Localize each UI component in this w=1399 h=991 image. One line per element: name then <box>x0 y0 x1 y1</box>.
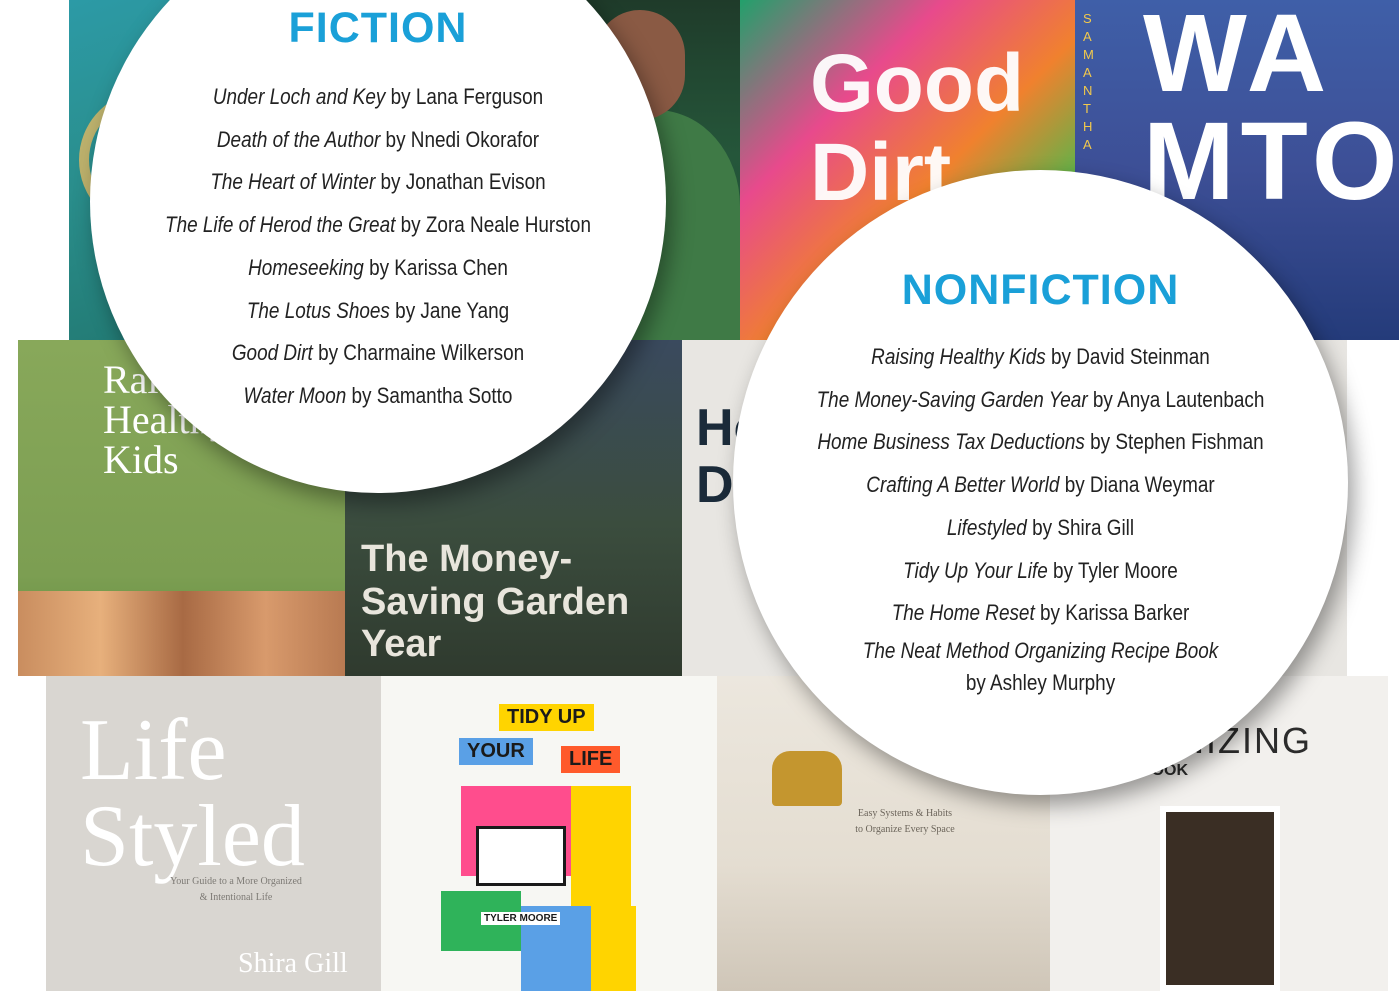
book-author: by Shira Gill <box>1032 514 1135 540</box>
lifestyled-cover-subtitle: Your Guide to a More Organized & Intenti… <box>170 876 302 903</box>
book-author: by Jane Yang <box>395 297 510 323</box>
book-title: The Life of Herod the Great <box>165 212 396 238</box>
book-author: by Jonathan Evison <box>380 169 546 195</box>
list-item: The Life of Herod the Great by Zora Neal… <box>130 204 625 247</box>
list-item: Water Moon by Samantha Sotto <box>130 375 625 418</box>
book-author: by Nnedi Okorafor <box>385 126 540 152</box>
tidy-cover-block <box>571 786 631 906</box>
book-author: by Lana Ferguson <box>390 84 544 109</box>
tidy-up-your-life-cover: TIDY UP YOUR LIFE TYLER MOORE <box>381 676 717 991</box>
list-item: Under Loch and Key by Lana Ferguson <box>130 76 625 119</box>
book-author: by Charmaine Wilkerson <box>318 340 525 366</box>
cover-pantry-shelf <box>1160 806 1280 991</box>
book-author: by Karissa Barker <box>1039 600 1190 626</box>
water-moon-cover-author: SAMANTHA <box>1083 11 1094 152</box>
book-title: Home Business Tax Deductions <box>817 429 1085 455</box>
book-title: Good Dirt <box>231 340 313 366</box>
book-title: The Heart of Winter <box>210 169 376 195</box>
home-reset-cover-subtitle: Easy Systems & Habits to Organize Every … <box>855 808 955 835</box>
book-title: Homeseeking <box>248 254 364 280</box>
book-title: Crafting A Better World <box>866 472 1060 498</box>
money-saving-cover-title: The Money-Saving Garden Year <box>361 538 630 666</box>
nonfiction-list-circle: NONFICTION Raising Healthy Kids by David… <box>733 170 1348 795</box>
book-author: by Diana Weymar <box>1064 472 1215 498</box>
lifestyled-cover-author: Shira Gill <box>238 948 348 979</box>
cover-children-photo <box>18 591 348 676</box>
book-title: The Home Reset <box>891 600 1035 626</box>
book-title: Lifestyled <box>946 514 1027 540</box>
tidy-cover-block <box>591 906 636 991</box>
water-moon-cover-title: WA MTO <box>1143 0 1399 223</box>
book-author: by Ashley Murphy <box>965 669 1116 695</box>
nonfiction-heading: NONFICTION <box>901 266 1180 314</box>
list-item: Tidy Up Your Life by Tyler Moore <box>776 550 1305 593</box>
list-item: Crafting A Better World by Diana Weymar <box>776 464 1305 507</box>
book-author: by David Steinman <box>1051 344 1210 369</box>
list-item: Death of the Author by Nnedi Okorafor <box>130 119 625 162</box>
book-title: The Money-Saving Garden Year <box>816 386 1088 412</box>
list-item: Good Dirt by Charmaine Wilkerson <box>130 332 625 375</box>
book-author: by Tyler Moore <box>1053 557 1178 583</box>
book-author: by Stephen Fishman <box>1090 429 1264 455</box>
fiction-book-list: Under Loch and Key by Lana Ferguson Deat… <box>90 76 666 418</box>
tidy-cover-title-line3: LIFE <box>561 746 621 773</box>
cover-pendant-lamp <box>772 751 842 806</box>
list-item: The Money-Saving Garden Year by Anya Lau… <box>776 379 1305 422</box>
book-title: Raising Healthy Kids <box>871 344 1046 369</box>
list-item: The Lotus Shoes by Jane Yang <box>130 290 625 333</box>
list-item: The Home Reset by Karissa Barker <box>776 592 1305 635</box>
book-author: by Samantha Sotto <box>351 382 513 408</box>
lifestyled-cover: Life Styled Your Guide to a More Organiz… <box>46 676 381 991</box>
tidy-cover-title-line1: TIDY UP <box>499 704 594 731</box>
book-author: by Zora Neale Hurston <box>400 212 591 238</box>
book-author: by Karissa Chen <box>369 254 508 280</box>
book-title: The Neat Method Organizing Recipe Book <box>862 637 1219 663</box>
fiction-heading: FICTION <box>288 4 468 52</box>
book-title: The Lotus Shoes <box>246 297 390 323</box>
list-item: Home Business Tax Deductions by Stephen … <box>776 421 1305 464</box>
book-title: Tidy Up Your Life <box>903 557 1048 583</box>
lifestyled-cover-title: Life Styled <box>80 702 305 886</box>
tidy-cover-house <box>476 826 566 886</box>
list-item: The Heart of Winter by Jonathan Evison <box>130 161 625 204</box>
list-item: Raising Healthy Kids by David Steinman <box>776 336 1305 379</box>
tidy-cover-author: TYLER MOORE <box>481 912 561 925</box>
nonfiction-book-list: Raising Healthy Kids by David Steinman T… <box>733 336 1348 699</box>
list-item: Lifestyled by Shira Gill <box>776 507 1305 550</box>
book-title: Water Moon <box>243 382 347 408</box>
list-item: The Neat Method Organizing Recipe Book b… <box>776 635 1305 699</box>
book-title: Under Loch and Key <box>212 84 386 109</box>
tidy-cover-title-line2: YOUR <box>459 738 533 765</box>
book-author: by Anya Lautenbach <box>1092 386 1265 412</box>
list-item: Homeseeking by Karissa Chen <box>130 247 625 290</box>
book-title: Death of the Author <box>216 126 381 152</box>
